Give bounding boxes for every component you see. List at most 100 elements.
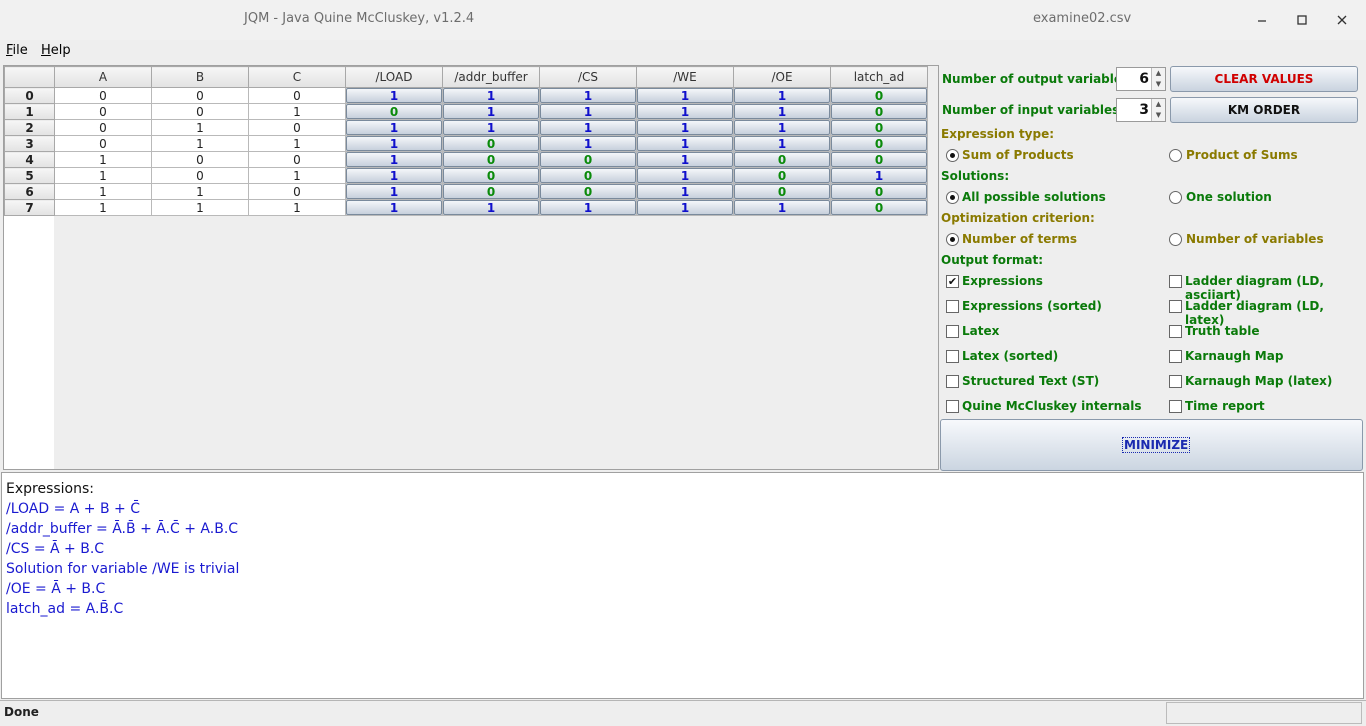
output-value-button[interactable]: 0 [734,184,830,199]
input-cell: 1 [248,103,346,120]
output-value-button[interactable]: 1 [443,88,539,103]
column-header-input: B [151,66,249,88]
output-value-button[interactable]: 0 [734,168,830,183]
all-solutions-radio[interactable] [946,191,959,204]
output-value-button[interactable]: 0 [831,120,927,135]
spinner-arrows[interactable]: ▲ ▼ [1151,68,1165,90]
spinner-up-icon[interactable]: ▲ [1152,68,1165,79]
output-value-button[interactable]: 1 [540,88,636,103]
output-value-button[interactable]: 1 [637,200,733,215]
output-value-button[interactable]: 0 [443,184,539,199]
format-checkbox[interactable] [1169,350,1182,363]
output-cell: 1 [733,103,831,120]
output-value-button[interactable]: 1 [734,88,830,103]
minimize-button[interactable]: MINIMIZE [940,419,1363,471]
output-value-button[interactable]: 0 [346,104,442,119]
format-checkbox[interactable] [1169,375,1182,388]
close-icon[interactable] [1330,8,1354,32]
format-checkbox[interactable] [1169,275,1182,288]
format-checkbox[interactable]: ✔ [946,275,959,288]
output-value-button[interactable]: 1 [540,104,636,119]
output-value-button[interactable]: 1 [831,168,927,183]
output-value-button[interactable]: 1 [637,168,733,183]
output-text-area[interactable]: Expressions: /LOAD = A + B + C̄ /addr_buf… [1,472,1364,699]
output-value-button[interactable]: 1 [443,120,539,135]
output-value-button[interactable]: 1 [346,136,442,151]
input-cell: 1 [248,199,346,216]
output-value-button[interactable]: 0 [831,184,927,199]
format-checkbox[interactable] [946,350,959,363]
output-value-button[interactable]: 1 [346,152,442,167]
format-label: Ladder diagram (LD, latex) [1185,299,1324,327]
output-value-button[interactable]: 0 [540,152,636,167]
output-value-button[interactable]: 1 [443,104,539,119]
input-cell: 1 [248,167,346,184]
output-value-button[interactable]: 1 [637,136,733,151]
output-value-button[interactable]: 0 [831,104,927,119]
maximize-icon[interactable] [1290,8,1314,32]
output-value-button[interactable]: 1 [540,120,636,135]
num-outputs-spinner[interactable]: 6 ▲ ▼ [1116,67,1166,91]
output-value-button[interactable]: 0 [540,184,636,199]
format-checkbox[interactable] [946,400,959,413]
format-label: Time report [1185,399,1265,413]
format-checkbox[interactable] [946,300,959,313]
input-cell: 1 [151,183,249,200]
output-value-button[interactable]: 0 [734,152,830,167]
output-value-button[interactable]: 0 [831,136,927,151]
output-value-button[interactable]: 1 [346,120,442,135]
output-value-button[interactable]: 0 [831,152,927,167]
output-value-button[interactable]: 1 [637,152,733,167]
spinner-up-icon[interactable]: ▲ [1152,99,1165,110]
output-value-button[interactable]: 0 [831,88,927,103]
num-inputs-spinner[interactable]: 3 ▲ ▼ [1116,98,1166,122]
output-value-button[interactable]: 1 [346,88,442,103]
expression-line: /LOAD = A + B + C̄ [6,501,140,517]
minimize-icon[interactable] [1250,8,1274,32]
output-value-button[interactable]: 0 [443,136,539,151]
output-value-button[interactable]: 1 [346,168,442,183]
output-value-button[interactable]: 1 [637,104,733,119]
output-value-button[interactable]: 1 [637,88,733,103]
clear-values-button[interactable]: CLEAR VALUES [1170,66,1358,92]
output-cell: 0 [733,167,831,184]
number-of-terms-radio[interactable] [946,233,959,246]
format-checkbox[interactable] [1169,300,1182,313]
spinner-arrows[interactable]: ▲ ▼ [1151,99,1165,121]
output-cell: 1 [345,183,443,200]
input-cell: 1 [54,183,152,200]
output-cell: 1 [733,119,831,136]
output-cell: 0 [830,103,928,120]
output-value-button[interactable]: 0 [540,168,636,183]
output-value-button[interactable]: 1 [346,200,442,215]
output-value-button[interactable]: 1 [734,104,830,119]
format-checkbox[interactable] [946,325,959,338]
output-value-button[interactable]: 1 [637,184,733,199]
column-header-output: /OE [733,66,831,88]
format-checkbox[interactable] [946,375,959,388]
spinner-down-icon[interactable]: ▼ [1152,79,1165,90]
output-value-button[interactable]: 0 [831,200,927,215]
output-value-button[interactable]: 1 [540,136,636,151]
output-value-button[interactable]: 1 [734,120,830,135]
spinner-down-icon[interactable]: ▼ [1152,110,1165,121]
one-solution-radio[interactable] [1169,191,1182,204]
menu-file[interactable]: File [6,43,28,58]
km-order-button[interactable]: KM ORDER [1170,97,1358,123]
sum-of-products-radio[interactable] [946,149,959,162]
file-name: examine02.csv [1033,11,1132,26]
output-value-button[interactable]: 1 [443,200,539,215]
format-checkbox[interactable] [1169,325,1182,338]
format-checkbox[interactable] [1169,400,1182,413]
output-value-button[interactable]: 0 [443,152,539,167]
output-value-button[interactable]: 1 [540,200,636,215]
format-label: Latex (sorted) [962,349,1059,363]
menu-help[interactable]: Help [41,43,71,58]
product-of-sums-radio[interactable] [1169,149,1182,162]
number-of-variables-radio[interactable] [1169,233,1182,246]
output-value-button[interactable]: 0 [443,168,539,183]
output-value-button[interactable]: 1 [637,120,733,135]
output-value-button[interactable]: 1 [734,200,830,215]
output-value-button[interactable]: 1 [346,184,442,199]
output-value-button[interactable]: 1 [734,136,830,151]
